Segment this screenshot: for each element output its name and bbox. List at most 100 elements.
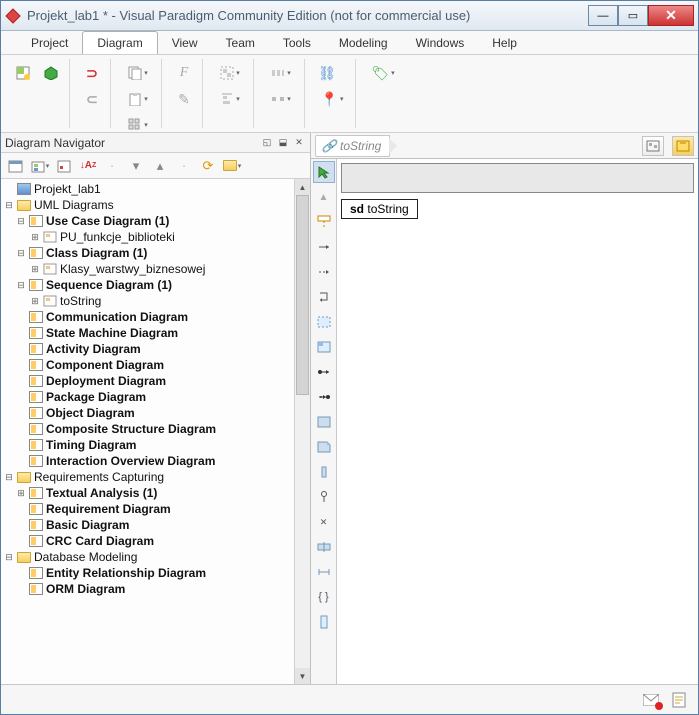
- group-button[interactable]: ▾: [213, 61, 247, 85]
- expander-icon[interactable]: ⊞: [29, 231, 41, 243]
- notes-icon[interactable]: [670, 692, 688, 708]
- zoom-tool[interactable]: ▲: [313, 186, 335, 208]
- layers-button[interactable]: [672, 136, 694, 156]
- found-message-tool[interactable]: [313, 361, 335, 383]
- tree-item[interactable]: Component Diagram: [1, 357, 310, 373]
- constraint-tool[interactable]: { }: [313, 586, 335, 608]
- expander-icon[interactable]: [15, 583, 27, 595]
- tree-item[interactable]: Activity Diagram: [1, 341, 310, 357]
- nav-expand-button[interactable]: ▾: [125, 155, 147, 177]
- add-shape-button[interactable]: [39, 61, 63, 85]
- tree-item[interactable]: CRC Card Diagram: [1, 533, 310, 549]
- tree-item[interactable]: ⊟Class Diagram (1): [1, 245, 310, 261]
- tree-item[interactable]: Entity Relationship Diagram: [1, 565, 310, 581]
- expander-icon[interactable]: [15, 535, 27, 547]
- return-message-tool[interactable]: [313, 261, 335, 283]
- nav-collapse-button[interactable]: ▴: [149, 155, 171, 177]
- tree-item[interactable]: ⊞PU_funkcje_biblioteki: [1, 229, 310, 245]
- tree-item[interactable]: ⊞Textual Analysis (1): [1, 485, 310, 501]
- expander-icon[interactable]: [15, 311, 27, 323]
- expander-icon[interactable]: ⊟: [15, 247, 27, 259]
- tree-scrollbar[interactable]: ▲ ▼: [294, 179, 310, 684]
- nav-refresh-button[interactable]: ⟳: [197, 155, 219, 177]
- brush-button[interactable]: ✎: [172, 87, 196, 111]
- expander-icon[interactable]: ⊟: [3, 199, 15, 211]
- expander-icon[interactable]: [15, 359, 27, 371]
- align-button[interactable]: ▾: [213, 87, 247, 111]
- expander-icon[interactable]: ⊟: [3, 471, 15, 483]
- combined-fragment-tool[interactable]: [313, 311, 335, 333]
- menu-windows[interactable]: Windows: [402, 31, 479, 54]
- activation-tool[interactable]: [313, 461, 335, 483]
- tree-item[interactable]: ⊟Database Modeling: [1, 549, 310, 565]
- tree-item[interactable]: ⊟Requirements Capturing: [1, 469, 310, 485]
- sequence-frame-label[interactable]: sd toString: [341, 199, 418, 219]
- tree-item[interactable]: Requirement Diagram: [1, 501, 310, 517]
- message-tool[interactable]: [313, 236, 335, 258]
- tree-item[interactable]: ⊞toString: [1, 293, 310, 309]
- tree-item[interactable]: Timing Diagram: [1, 437, 310, 453]
- expander-icon[interactable]: [15, 391, 27, 403]
- navigator-tree[interactable]: Projekt_lab1⊟UML Diagrams⊟Use Case Diagr…: [1, 179, 310, 684]
- tree-item[interactable]: Package Diagram: [1, 389, 310, 405]
- expander-icon[interactable]: ⊟: [15, 215, 27, 227]
- tree-item[interactable]: Interaction Overview Diagram: [1, 453, 310, 469]
- expander-icon[interactable]: ⊞: [29, 263, 41, 275]
- breadcrumb-node[interactable]: 🔗 toString: [315, 135, 390, 157]
- duration-tool[interactable]: [313, 611, 335, 633]
- spacing-button[interactable]: ▾: [264, 87, 298, 111]
- actor-tool[interactable]: ✕: [313, 511, 335, 533]
- expander-icon[interactable]: [15, 423, 27, 435]
- lifeline-tool[interactable]: [313, 211, 335, 233]
- expander-icon[interactable]: [15, 455, 27, 467]
- menu-team[interactable]: Team: [212, 31, 269, 54]
- copy-button[interactable]: ▾: [121, 61, 155, 85]
- maximize-button[interactable]: ▭: [618, 5, 648, 26]
- nav-category-button[interactable]: ▾: [29, 155, 51, 177]
- fit-window-button[interactable]: [642, 136, 664, 156]
- tree-item[interactable]: State Machine Diagram: [1, 325, 310, 341]
- tree-item[interactable]: Communication Diagram: [1, 309, 310, 325]
- tree-item[interactable]: ⊞Klasy_warstwy_biznesowej: [1, 261, 310, 277]
- tree-item[interactable]: ORM Diagram: [1, 581, 310, 597]
- gate-tool[interactable]: [313, 536, 335, 558]
- lost-message-tool[interactable]: [313, 386, 335, 408]
- tree-item[interactable]: Object Diagram: [1, 405, 310, 421]
- panel-float-button[interactable]: ◱: [260, 136, 274, 150]
- expander-icon[interactable]: ⊟: [3, 551, 15, 563]
- scroll-thumb[interactable]: [296, 195, 309, 395]
- tree-item[interactable]: Basic Diagram: [1, 517, 310, 533]
- expander-icon[interactable]: [15, 343, 27, 355]
- tree-item[interactable]: Composite Structure Diagram: [1, 421, 310, 437]
- tree-item[interactable]: Deployment Diagram: [1, 373, 310, 389]
- scroll-down-button[interactable]: ▼: [295, 668, 310, 684]
- bookmark-button[interactable]: 🏷▾: [366, 61, 400, 85]
- termination-tool[interactable]: [313, 486, 335, 508]
- scroll-up-button[interactable]: ▲: [295, 179, 310, 195]
- expander-icon[interactable]: [15, 439, 27, 451]
- nav-open-button[interactable]: ▾: [221, 155, 243, 177]
- note-tool[interactable]: [313, 436, 335, 458]
- minimize-button[interactable]: —: [588, 5, 618, 26]
- menu-help[interactable]: Help: [478, 31, 531, 54]
- panel-close-button[interactable]: ✕: [292, 136, 306, 150]
- menu-view[interactable]: View: [158, 31, 212, 54]
- expander-icon[interactable]: [3, 183, 15, 195]
- expander-icon[interactable]: ⊟: [15, 279, 27, 291]
- link-button[interactable]: ⛓: [315, 61, 339, 85]
- undo-button[interactable]: ⊃: [80, 61, 104, 85]
- messages-icon[interactable]: [642, 692, 660, 708]
- continuation-tool[interactable]: [313, 561, 335, 583]
- expander-icon[interactable]: [15, 567, 27, 579]
- paste-button[interactable]: ▾: [121, 87, 155, 111]
- interaction-use-tool[interactable]: [313, 336, 335, 358]
- new-diagram-button[interactable]: [11, 61, 35, 85]
- menu-tools[interactable]: Tools: [269, 31, 325, 54]
- panel-pin-button[interactable]: ⬓: [276, 136, 290, 150]
- cursor-tool[interactable]: [313, 161, 335, 183]
- pin-button[interactable]: 📍▾: [315, 87, 349, 111]
- format-button[interactable]: F: [172, 61, 196, 85]
- menu-project[interactable]: Project: [17, 31, 82, 54]
- expander-icon[interactable]: [15, 375, 27, 387]
- redo-button[interactable]: ⊂: [80, 87, 104, 111]
